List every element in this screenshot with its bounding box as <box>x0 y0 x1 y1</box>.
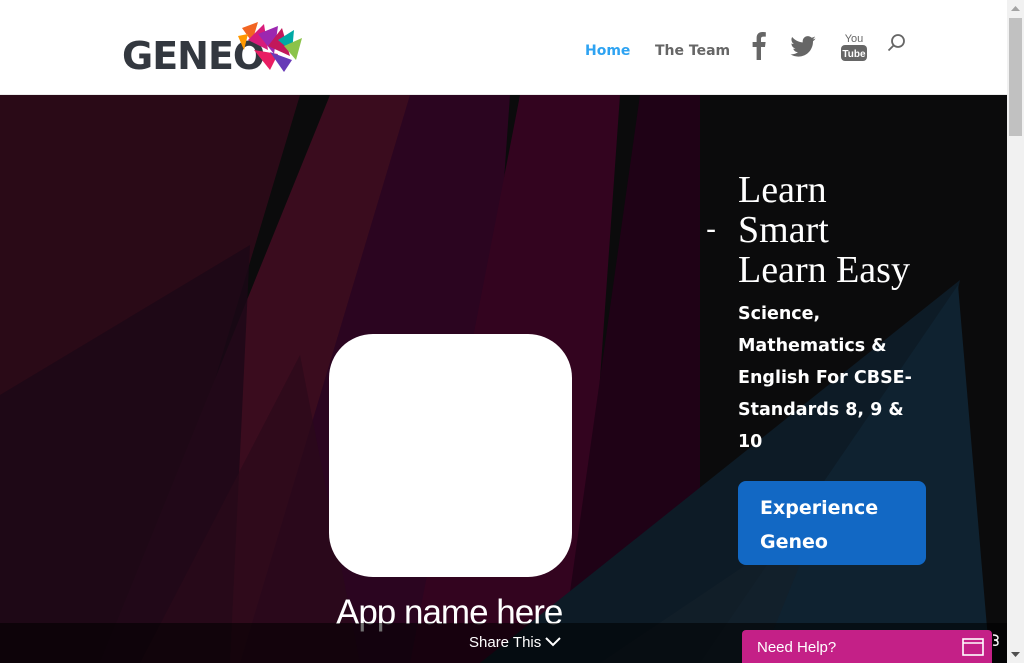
site-header: GENEO Home The Team You Tube <box>0 0 1007 95</box>
youtube-top-text: You <box>845 33 864 45</box>
chevron-down-icon <box>545 637 561 647</box>
scroll-down-arrow-icon[interactable] <box>1007 646 1024 663</box>
hero-section: - Learn Smart Learn Easy Science, Mathem… <box>0 95 1007 663</box>
headline-line-1: Learn <box>738 169 827 211</box>
headline-dash: - <box>706 212 717 247</box>
scrollbar-thumb[interactable] <box>1009 18 1022 136</box>
need-help-widget[interactable]: Need Help? <box>742 630 992 663</box>
headline-line-3: Learn Easy <box>738 249 910 291</box>
twitter-icon[interactable] <box>790 36 816 57</box>
chat-overflow-icon <box>992 634 999 646</box>
nav-team-link[interactable]: The Team <box>655 43 730 59</box>
youtube-bottom-text: Tube <box>842 49 866 60</box>
need-help-label: Need Help? <box>757 639 837 656</box>
hero-subtext: Science, Mathematics & English For CBSE-… <box>738 304 912 452</box>
page: GENEO Home The Team You Tube - Learn Sma… <box>0 0 1007 663</box>
scroll-up-arrow-icon[interactable] <box>1007 0 1024 17</box>
experience-geneo-button[interactable]: Experience Geneo <box>738 481 926 565</box>
search-icon[interactable] <box>887 33 907 53</box>
logo-triangles-icon <box>238 22 302 72</box>
facebook-icon[interactable] <box>752 32 766 60</box>
share-label: Share This <box>469 634 542 651</box>
geneo-logo[interactable]: GENEO <box>122 20 307 78</box>
app-icon-placeholder <box>329 334 572 577</box>
youtube-icon[interactable]: You Tube <box>841 31 867 61</box>
vertical-scrollbar[interactable] <box>1007 0 1024 663</box>
hero-headline: Learn Smart Learn Easy <box>738 170 910 290</box>
headline-line-2: Smart <box>738 209 829 251</box>
chat-window-icon <box>962 638 984 656</box>
nav-home-link[interactable]: Home <box>585 43 630 59</box>
cta-label: Experience Geneo <box>760 497 879 553</box>
